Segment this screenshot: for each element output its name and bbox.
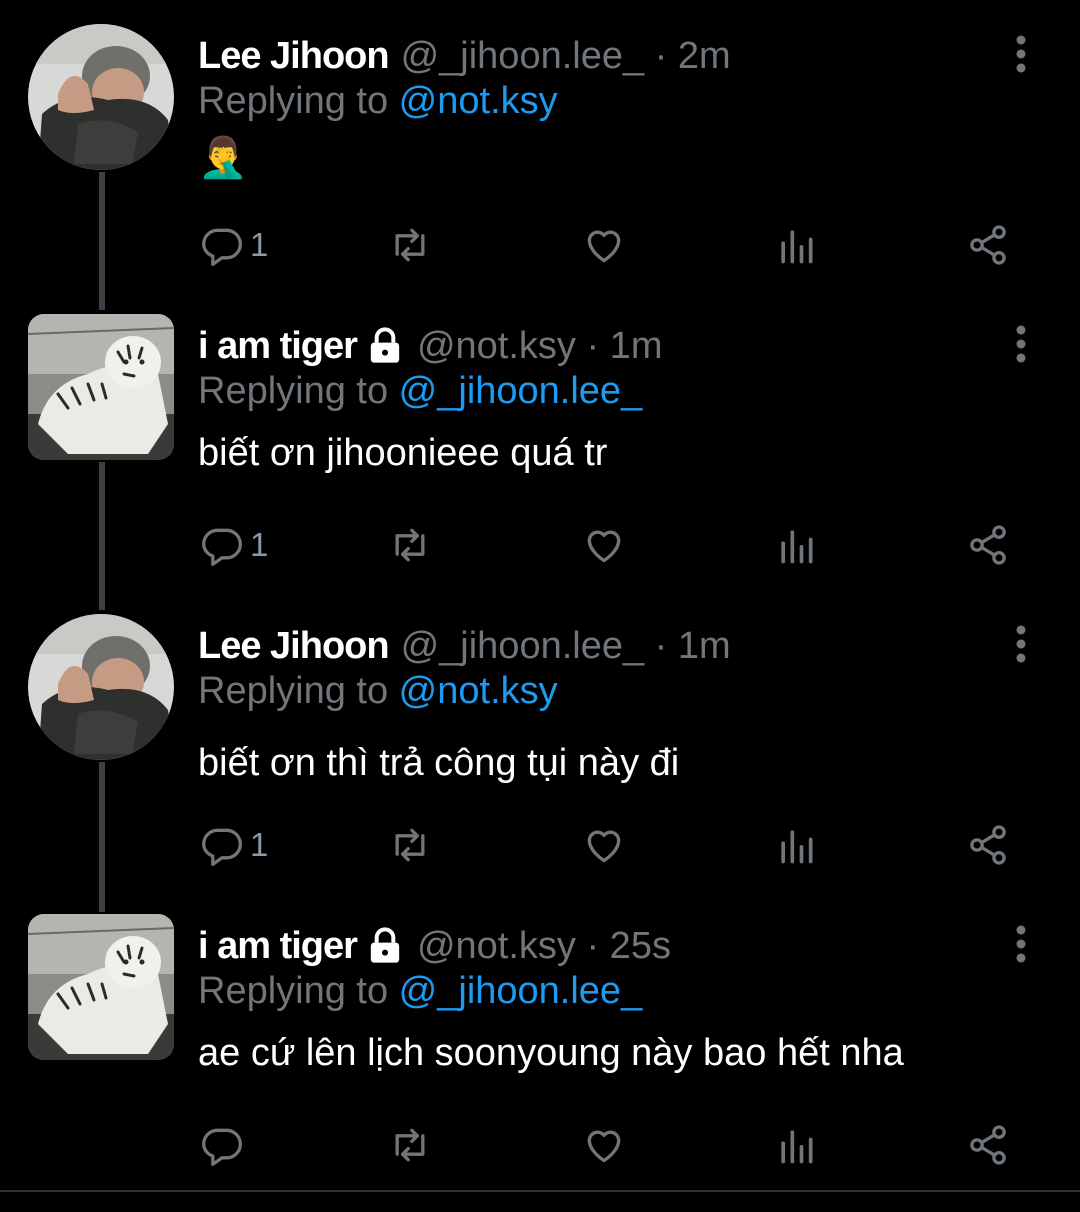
person-avatar-image — [28, 614, 174, 760]
reply-count: 1 — [250, 526, 269, 563]
avatar[interactable] — [28, 24, 174, 170]
tweet-text: biết ơn thì trả công tụi này đi — [198, 742, 680, 784]
share-button[interactable] — [966, 1120, 1010, 1170]
divider — [0, 1190, 1080, 1192]
tweet-text: 🤦‍♂️ — [198, 136, 248, 180]
avatar[interactable] — [28, 314, 174, 460]
tweet-text: biết ơn jihoonieee quá tr — [198, 432, 608, 474]
heart-icon — [587, 830, 621, 863]
views-button[interactable] — [774, 820, 818, 870]
lock-icon — [370, 927, 400, 963]
reply-icon — [202, 1128, 242, 1166]
replying-to-handle[interactable]: @_jihoon.lee_ — [399, 370, 643, 412]
more-vertical-icon[interactable] — [1008, 924, 1034, 964]
share-button[interactable] — [966, 520, 1010, 570]
share-icon — [970, 1125, 1006, 1165]
views-icon — [781, 830, 813, 864]
retweet-button[interactable] — [388, 820, 432, 870]
tweet[interactable]: Lee Jihoon @_jihoon.lee_ · 2m Replying t… — [0, 24, 1080, 324]
retweet-icon — [395, 828, 425, 862]
tiger-avatar-image — [28, 914, 174, 1060]
views-button[interactable] — [774, 220, 818, 270]
replying-to-label: Replying to — [198, 670, 399, 712]
tweet-actions: 1 — [0, 220, 1080, 270]
more-vertical-icon[interactable] — [1008, 324, 1034, 364]
display-name[interactable]: i am tiger — [198, 325, 358, 368]
heart-icon — [587, 230, 621, 263]
retweet-button[interactable] — [388, 220, 432, 270]
tweet[interactable]: i am tiger @not.ksy · 1m Replying to @_j… — [0, 314, 1080, 614]
person-avatar-image — [28, 24, 174, 170]
like-button[interactable] — [582, 820, 626, 870]
tweet-actions: 1 — [0, 820, 1080, 870]
like-button[interactable] — [582, 220, 626, 270]
handle-and-time: @_jihoon.lee_ · 1m — [400, 624, 731, 667]
reply-count: 1 — [250, 826, 269, 863]
tweet-header: Lee Jihoon @_jihoon.lee_ · 1m — [198, 622, 731, 670]
reply-button[interactable]: 1 — [200, 820, 268, 870]
share-icon — [970, 225, 1006, 265]
replying-to: Replying to @not.ksy — [198, 80, 558, 123]
views-icon — [781, 230, 813, 264]
tweet-header: i am tiger @not.ksy · 1m — [198, 322, 662, 370]
views-icon — [781, 1130, 813, 1164]
reply-icon — [202, 228, 242, 266]
handle-and-time: @not.ksy · 25s — [416, 924, 671, 967]
share-icon — [970, 825, 1006, 865]
like-button[interactable] — [582, 520, 626, 570]
replying-to-handle[interactable]: @not.ksy — [399, 670, 558, 712]
reply-icon — [202, 828, 242, 866]
display-name[interactable]: Lee Jihoon — [198, 35, 390, 78]
like-button[interactable] — [582, 1120, 626, 1170]
retweet-icon — [395, 228, 425, 262]
retweet-button[interactable] — [388, 1120, 432, 1170]
views-icon — [781, 530, 813, 564]
reply-icon — [202, 528, 242, 566]
tiger-avatar-image — [28, 314, 174, 460]
tweet-header: i am tiger @not.ksy · 25s — [198, 922, 671, 970]
handle-and-time: @_jihoon.lee_ · 2m — [400, 34, 731, 77]
retweet-button[interactable] — [388, 520, 432, 570]
avatar[interactable] — [28, 614, 174, 760]
reply-button[interactable]: 1 — [200, 520, 268, 570]
replying-to-label: Replying to — [198, 80, 399, 122]
replying-to-handle[interactable]: @_jihoon.lee_ — [399, 970, 643, 1012]
share-button[interactable] — [966, 820, 1010, 870]
replying-to: Replying to @_jihoon.lee_ — [198, 970, 642, 1013]
replying-to-label: Replying to — [198, 370, 399, 412]
views-button[interactable] — [774, 520, 818, 570]
avatar[interactable] — [28, 914, 174, 1060]
tweet[interactable]: Lee Jihoon @_jihoon.lee_ · 1m Replying t… — [0, 614, 1080, 914]
more-vertical-icon[interactable] — [1008, 624, 1034, 664]
reply-button[interactable]: 1 — [200, 220, 268, 270]
heart-icon — [587, 530, 621, 563]
retweet-icon — [395, 528, 425, 562]
replying-to-handle[interactable]: @not.ksy — [399, 80, 558, 122]
heart-icon — [587, 1130, 621, 1163]
display-name[interactable]: i am tiger — [198, 925, 358, 968]
tweet-header: Lee Jihoon @_jihoon.lee_ · 2m — [198, 32, 731, 80]
retweet-icon — [395, 1128, 425, 1162]
views-button[interactable] — [774, 1120, 818, 1170]
replying-to-label: Replying to — [198, 970, 399, 1012]
reply-button[interactable] — [200, 1120, 250, 1170]
replying-to: Replying to @not.ksy — [198, 670, 558, 713]
tweet-text: ae cứ lên lịch soonyoung này bao hết nha — [198, 1032, 904, 1074]
more-vertical-icon[interactable] — [1008, 34, 1034, 74]
tweet-actions — [0, 1120, 1080, 1170]
share-icon — [970, 525, 1006, 565]
lock-icon — [370, 327, 400, 363]
handle-and-time: @not.ksy · 1m — [416, 324, 663, 367]
display-name[interactable]: Lee Jihoon — [198, 625, 390, 668]
tweet[interactable]: i am tiger @not.ksy · 25s Replying to @_… — [0, 914, 1080, 1212]
tweet-actions: 1 — [0, 520, 1080, 570]
share-button[interactable] — [966, 220, 1010, 270]
replying-to: Replying to @_jihoon.lee_ — [198, 370, 642, 413]
reply-count: 1 — [250, 226, 269, 263]
